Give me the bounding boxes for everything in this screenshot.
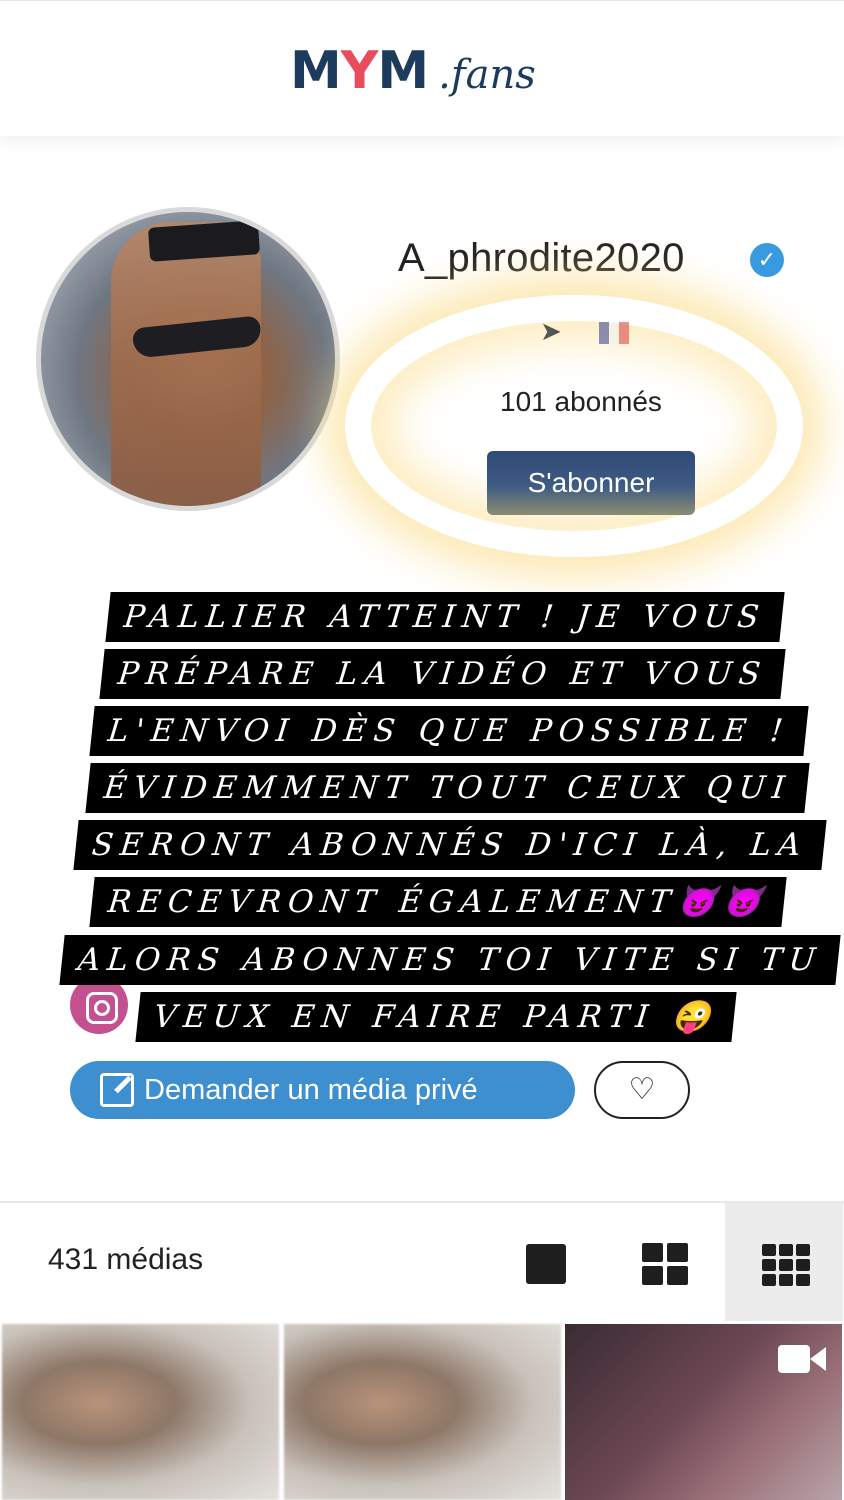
grid-3-icon	[762, 1244, 810, 1286]
overlay-line: RECEVRONT ÉGALEMENT😈😈	[89, 877, 788, 927]
subscriber-count: 101 abonnés	[500, 386, 662, 417]
request-private-media-button[interactable]: Demander un média privé	[70, 1061, 575, 1119]
overlay-line: PRÉPARE LA VIDÉO ET VOUS	[99, 649, 786, 699]
subscribe-button[interactable]: S'abonner	[487, 451, 695, 515]
location-arrow-icon: ➤	[540, 316, 562, 346]
overlay-line: ÉVIDEMMENT TOUT CEUX QUI	[85, 763, 811, 813]
grid-1-icon	[526, 1244, 566, 1284]
grid-2-icon	[642, 1243, 688, 1285]
logo-mym-text: MYM	[290, 41, 429, 101]
view-triple-button[interactable]	[725, 1203, 843, 1321]
overlay-line: VEUX EN FAIRE PARTI 😜	[135, 992, 737, 1042]
mym-fans-logo[interactable]: MYM .fans	[290, 41, 536, 101]
overlay-line: L'ENVOI DÈS QUE POSSIBLE !	[89, 706, 809, 756]
app-header: MYM .fans	[0, 0, 844, 136]
video-camera-icon	[778, 1343, 826, 1375]
media-count: 431 médias	[48, 1243, 204, 1276]
overlay-line: SERONT ABONNÉS D'ICI LÀ, LA	[73, 820, 827, 870]
logo-fans-text: .fans	[438, 52, 536, 98]
edit-icon	[100, 1073, 134, 1107]
avatar-figure	[111, 222, 261, 506]
view-double-button[interactable]	[606, 1203, 724, 1321]
overlay-line: PALLIER ATTEINT ! JE VOUS	[105, 592, 785, 642]
verified-badge-icon: ✓	[750, 243, 784, 277]
profile-username: A_phrodite2020	[398, 236, 685, 280]
overlay-line: ALORS ABONNES TOI VITE SI TU	[59, 935, 841, 985]
location-row: ➤	[540, 316, 659, 347]
media-thumbnail[interactable]	[2, 1324, 279, 1500]
media-toolbar: 431 médias	[0, 1201, 844, 1321]
flag-icon	[599, 322, 630, 345]
favorite-button[interactable]: ♡	[594, 1061, 690, 1119]
media-thumbnail[interactable]	[284, 1324, 561, 1500]
view-single-button[interactable]	[487, 1203, 605, 1321]
profile-avatar[interactable]	[36, 207, 340, 511]
heart-icon: ♡	[628, 1073, 656, 1106]
request-private-media-label: Demander un média privé	[144, 1073, 478, 1106]
